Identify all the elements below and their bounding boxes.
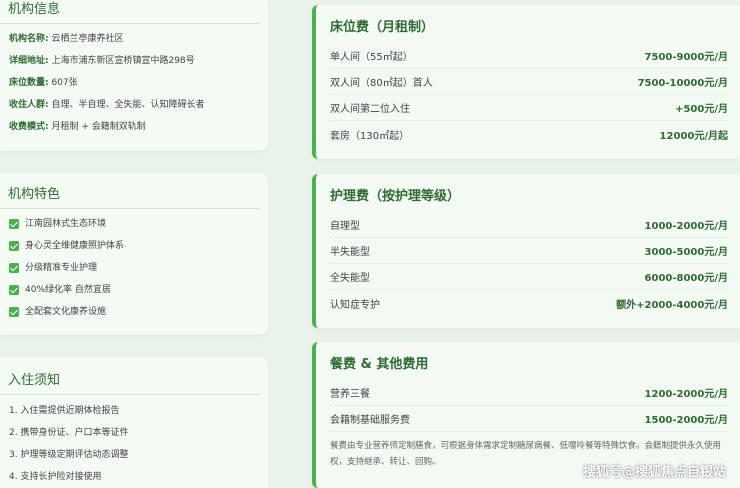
info-row: 收住人群: 自理、半自理、全失能、认知障碍长者 — [9, 100, 205, 110]
notice-card: 入住须知 1. 入住需提供近期体检报告 2. 携带身份证、户口本等证件 3. 护… — [0, 357, 268, 488]
check-icon — [9, 307, 19, 317]
care-fee-title: 护理费（按护理等级） — [330, 189, 461, 204]
features-title: 机构特色 — [0, 173, 260, 209]
fee-row: 半失能型 3000-5000元/月 — [330, 238, 728, 264]
info-row: 机构名称: 云栖兰亭康养社区 — [9, 34, 124, 44]
feature-item: 江南园林式生态环境 — [9, 213, 268, 235]
feature-item: 身心灵全维健康照护体系 — [9, 235, 268, 257]
check-icon — [9, 285, 19, 295]
check-icon — [9, 219, 19, 229]
bed-fee-title: 床位费（月租制） — [330, 20, 435, 35]
institution-title: 机构信息 — [0, 0, 260, 24]
check-icon — [9, 263, 19, 273]
institution-card: 机构信息 机构名称: 云栖兰亭康养社区 详细地址: 上海市浦东新区宣桥镇宣中路2… — [0, 0, 268, 151]
watermark: 搜狐号@搜狐焦点自银站 — [582, 465, 726, 480]
notice-item: 2. 携带身份证、户口本等证件 — [9, 428, 129, 438]
info-row: 详细地址: 上海市浦东新区宣桥镇宣中路298号 — [9, 56, 195, 66]
fee-row: 单人间（55㎡起） 7500-9000元/月 — [330, 43, 728, 69]
fee-row: 全失能型 6000-8000元/月 — [330, 264, 728, 290]
notice-title: 入住须知 — [0, 357, 260, 395]
fee-row: 会籍制基础服务费 1500-2000元/月 — [330, 406, 728, 432]
notice-item: 4. 支持长护险对接使用 — [9, 472, 102, 482]
fee-row: 认知症专护 额外+2000-4000元/月 — [330, 299, 728, 311]
bed-fee-card: 床位费（月租制） 单人间（55㎡起） 7500-9000元/月 双人间（80㎡起）… — [312, 5, 740, 159]
fee-row: 自理型 1000-2000元/月 — [330, 212, 728, 238]
feature-item: 全配套文化康养设施 — [9, 301, 268, 323]
feature-item: 分级精准专业护理 — [9, 257, 268, 279]
fee-row: 双人间（80㎡起）首人 7500-10000元/月 — [330, 69, 728, 95]
check-icon — [9, 241, 19, 251]
notice-item: 1. 入住需提供近期体检报告 — [9, 406, 120, 416]
info-row: 收费模式: 月租制 + 会籍制双轨制 — [9, 122, 146, 132]
notice-item: 3. 护理等级定期评估动态调整 — [9, 450, 129, 460]
fee-row: 双人间第二位入住 +500元/月 — [330, 95, 728, 121]
fee-row: 营养三餐 1200-2000元/月 — [330, 380, 728, 406]
features-card: 机构特色 江南园林式生态环境 身心灵全维健康照护体系 分级精准专业护理 40%绿… — [0, 173, 268, 335]
meal-fee-title: 餐费 & 其他费用 — [330, 357, 429, 372]
feature-item: 40%绿化率 自然宜居 — [9, 279, 268, 301]
care-fee-card: 护理费（按护理等级） 自理型 1000-2000元/月 半失能型 3000-5000… — [312, 174, 740, 328]
info-row: 床位数量: 607张 — [9, 78, 78, 88]
fee-row: 套房（130㎡起） 12000元/月起 — [330, 130, 728, 142]
